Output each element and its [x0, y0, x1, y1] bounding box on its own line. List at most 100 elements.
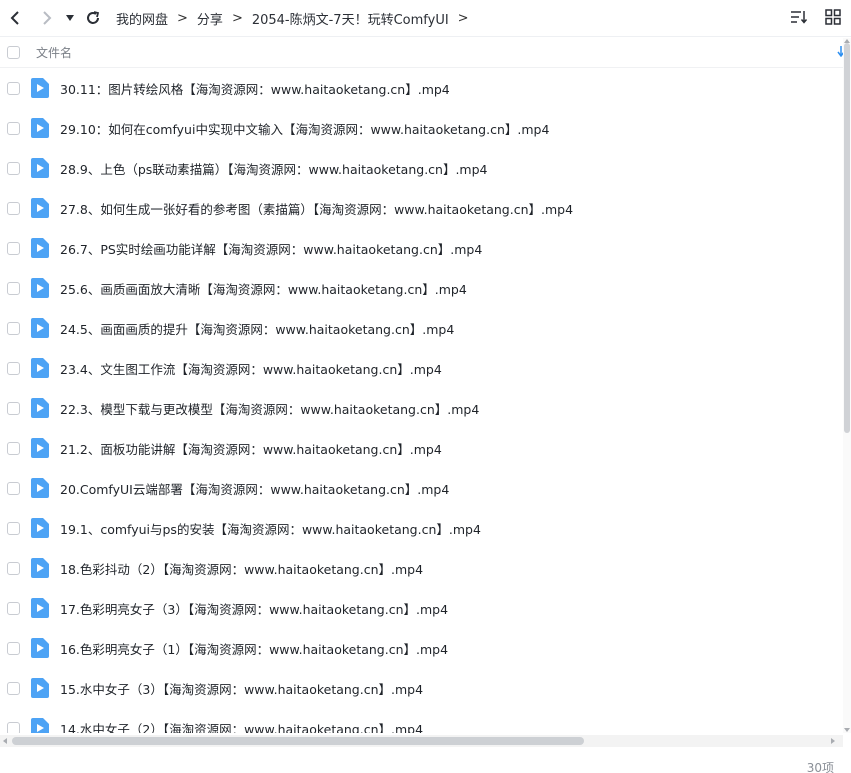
- file-row[interactable]: 20.ComfyUI云端部署【海淘资源网：www.haitaoketang.cn…: [0, 468, 843, 508]
- item-count: 30项: [806, 761, 834, 773]
- row-checkbox[interactable]: [7, 721, 20, 733]
- sort-button[interactable]: [787, 5, 811, 29]
- sort-icon: [791, 11, 808, 24]
- file-row[interactable]: 14.水中女子（2）【海淘资源网：www.haitaoketang.cn】.mp…: [0, 708, 843, 733]
- video-file-icon: [31, 638, 49, 658]
- file-name: 26.7、PS实时绘画功能详解【海淘资源网：www.haitaoketang.c…: [60, 241, 483, 257]
- row-checkbox[interactable]: [7, 681, 20, 695]
- file-row[interactable]: 15.水中女子（3）【海淘资源网：www.haitaoketang.cn】.mp…: [0, 668, 843, 708]
- file-row[interactable]: 16.色彩明亮女子（1）【海淘资源网：www.haitaoketang.cn】.…: [0, 628, 843, 668]
- file-name: 15.水中女子（3）【海淘资源网：www.haitaoketang.cn】.mp…: [60, 681, 424, 697]
- scroll-right-icon[interactable]: [829, 737, 837, 745]
- file-list: 30.11：图片转绘风格【海淘资源网：www.haitaoketang.cn】.…: [0, 68, 843, 733]
- file-row[interactable]: 25.6、画质画面放大清晰【海淘资源网：www.haitaoketang.cn】…: [0, 268, 843, 308]
- back-button[interactable]: [2, 5, 28, 31]
- file-name: 27.8、如何生成一张好看的参考图（素描篇）【海淘资源网：www.haitaok…: [60, 201, 574, 217]
- row-checkbox[interactable]: [7, 641, 20, 655]
- row-checkbox[interactable]: [7, 561, 20, 575]
- breadcrumb-separator: >: [231, 10, 243, 26]
- video-file-icon: [31, 238, 49, 258]
- vertical-scrollbar[interactable]: [843, 38, 851, 733]
- video-file-icon: [31, 278, 49, 298]
- vertical-scrollbar-thumb[interactable]: [844, 43, 850, 433]
- video-file-icon: [31, 558, 49, 578]
- row-checkbox[interactable]: [7, 121, 20, 135]
- video-file-icon: [31, 518, 49, 538]
- refresh-icon: [87, 11, 100, 24]
- row-checkbox[interactable]: [7, 481, 20, 495]
- file-name: 21.2、面板功能讲解【海淘资源网：www.haitaoketang.cn】.m…: [60, 441, 442, 457]
- file-name: 19.1、comfyui与ps的安装【海淘资源网：www.haitaoketan…: [60, 521, 481, 537]
- refresh-button[interactable]: [80, 5, 106, 31]
- video-file-icon: [31, 358, 49, 378]
- breadcrumb-separator: >: [457, 10, 469, 26]
- row-checkbox[interactable]: [7, 321, 20, 335]
- breadcrumb-item-my-drive[interactable]: 我的网盘: [116, 9, 168, 28]
- list-header: 文件名: [0, 38, 851, 68]
- forward-button[interactable]: [34, 5, 60, 31]
- breadcrumb-item-folder[interactable]: 2054-陈炳文-7天！玩转ComfyUI: [252, 9, 449, 28]
- select-all-checkbox[interactable]: [7, 46, 20, 59]
- horizontal-scrollbar[interactable]: [0, 735, 843, 747]
- column-header-name[interactable]: 文件名: [36, 44, 72, 61]
- file-name: 20.ComfyUI云端部署【海淘资源网：www.haitaoketang.cn…: [60, 481, 450, 497]
- chevron-left-icon: [10, 11, 19, 25]
- file-row[interactable]: 21.2、面板功能讲解【海淘资源网：www.haitaoketang.cn】.m…: [0, 428, 843, 468]
- file-name: 18.色彩抖动（2）【海淘资源网：www.haitaoketang.cn】.mp…: [60, 561, 424, 577]
- toolbar: 我的网盘 > 分享 > 2054-陈炳文-7天！玩转ComfyUI >: [0, 0, 851, 37]
- video-file-icon: [31, 598, 49, 618]
- file-name: 28.9、上色（ps联动素描篇）【海淘资源网：www.haitaoketang.…: [60, 161, 488, 177]
- video-file-icon: [31, 718, 49, 733]
- row-checkbox[interactable]: [7, 81, 20, 95]
- video-file-icon: [31, 478, 49, 498]
- file-name: 23.4、文生图工作流【海淘资源网：www.haitaoketang.cn】.m…: [60, 361, 442, 377]
- caret-down-icon: [66, 15, 74, 21]
- file-name: 29.10：如何在comfyui中实现中文输入【海淘资源网：www.haitao…: [60, 121, 550, 137]
- video-file-icon: [31, 678, 49, 698]
- grid-view-icon: [825, 9, 841, 25]
- file-name: 25.6、画质画面放大清晰【海淘资源网：www.haitaoketang.cn】…: [60, 281, 467, 297]
- file-row[interactable]: 17.色彩明亮女子（3）【海淘资源网：www.haitaoketang.cn】.…: [0, 588, 843, 628]
- video-file-icon: [31, 398, 49, 418]
- video-file-icon: [31, 438, 49, 458]
- file-name: 24.5、画面画质的提升【海淘资源网：www.haitaoketang.cn】.…: [60, 321, 455, 337]
- file-row[interactable]: 27.8、如何生成一张好看的参考图（素描篇）【海淘资源网：www.haitaok…: [0, 188, 843, 228]
- video-file-icon: [31, 158, 49, 178]
- file-name: 14.水中女子（2）【海淘资源网：www.haitaoketang.cn】.mp…: [60, 721, 424, 734]
- horizontal-scrollbar-thumb[interactable]: [12, 737, 584, 745]
- video-file-icon: [31, 78, 49, 98]
- scroll-down-icon[interactable]: [843, 727, 851, 733]
- breadcrumb: 我的网盘 > 分享 > 2054-陈炳文-7天！玩转ComfyUI >: [116, 9, 478, 28]
- row-checkbox[interactable]: [7, 241, 20, 255]
- file-row[interactable]: 18.色彩抖动（2）【海淘资源网：www.haitaoketang.cn】.mp…: [0, 548, 843, 588]
- view-toggle-button[interactable]: [821, 5, 845, 29]
- video-file-icon: [31, 118, 49, 138]
- file-row[interactable]: 26.7、PS实时绘画功能详解【海淘资源网：www.haitaoketang.c…: [0, 228, 843, 268]
- row-checkbox[interactable]: [7, 201, 20, 215]
- row-checkbox[interactable]: [7, 161, 20, 175]
- file-row[interactable]: 28.9、上色（ps联动素描篇）【海淘资源网：www.haitaoketang.…: [0, 148, 843, 188]
- file-row[interactable]: 30.11：图片转绘风格【海淘资源网：www.haitaoketang.cn】.…: [0, 68, 843, 108]
- file-name: 16.色彩明亮女子（1）【海淘资源网：www.haitaoketang.cn】.…: [60, 641, 449, 657]
- row-checkbox[interactable]: [7, 401, 20, 415]
- file-row[interactable]: 24.5、画面画质的提升【海淘资源网：www.haitaoketang.cn】.…: [0, 308, 843, 348]
- file-name: 17.色彩明亮女子（3）【海淘资源网：www.haitaoketang.cn】.…: [60, 601, 449, 617]
- breadcrumb-separator: >: [177, 10, 188, 26]
- video-file-icon: [31, 198, 49, 218]
- history-dropdown[interactable]: [62, 5, 78, 31]
- file-row[interactable]: 22.3、模型下载与更改模型【海淘资源网：www.haitaoketang.cn…: [0, 388, 843, 428]
- file-name: 22.3、模型下载与更改模型【海淘资源网：www.haitaoketang.cn…: [60, 401, 480, 417]
- scroll-left-icon[interactable]: [1, 737, 9, 745]
- video-file-icon: [31, 318, 49, 338]
- file-name: 30.11：图片转绘风格【海淘资源网：www.haitaoketang.cn】.…: [60, 81, 450, 97]
- file-row[interactable]: 19.1、comfyui与ps的安装【海淘资源网：www.haitaoketan…: [0, 508, 843, 548]
- row-checkbox[interactable]: [7, 521, 20, 535]
- row-checkbox[interactable]: [7, 601, 20, 615]
- row-checkbox[interactable]: [7, 361, 20, 375]
- file-row[interactable]: 23.4、文生图工作流【海淘资源网：www.haitaoketang.cn】.m…: [0, 348, 843, 388]
- row-checkbox[interactable]: [7, 281, 20, 295]
- breadcrumb-item-share[interactable]: 分享: [197, 9, 223, 28]
- file-row[interactable]: 29.10：如何在comfyui中实现中文输入【海淘资源网：www.haitao…: [0, 108, 843, 148]
- row-checkbox[interactable]: [7, 441, 20, 455]
- status-bar: 30项: [0, 748, 851, 773]
